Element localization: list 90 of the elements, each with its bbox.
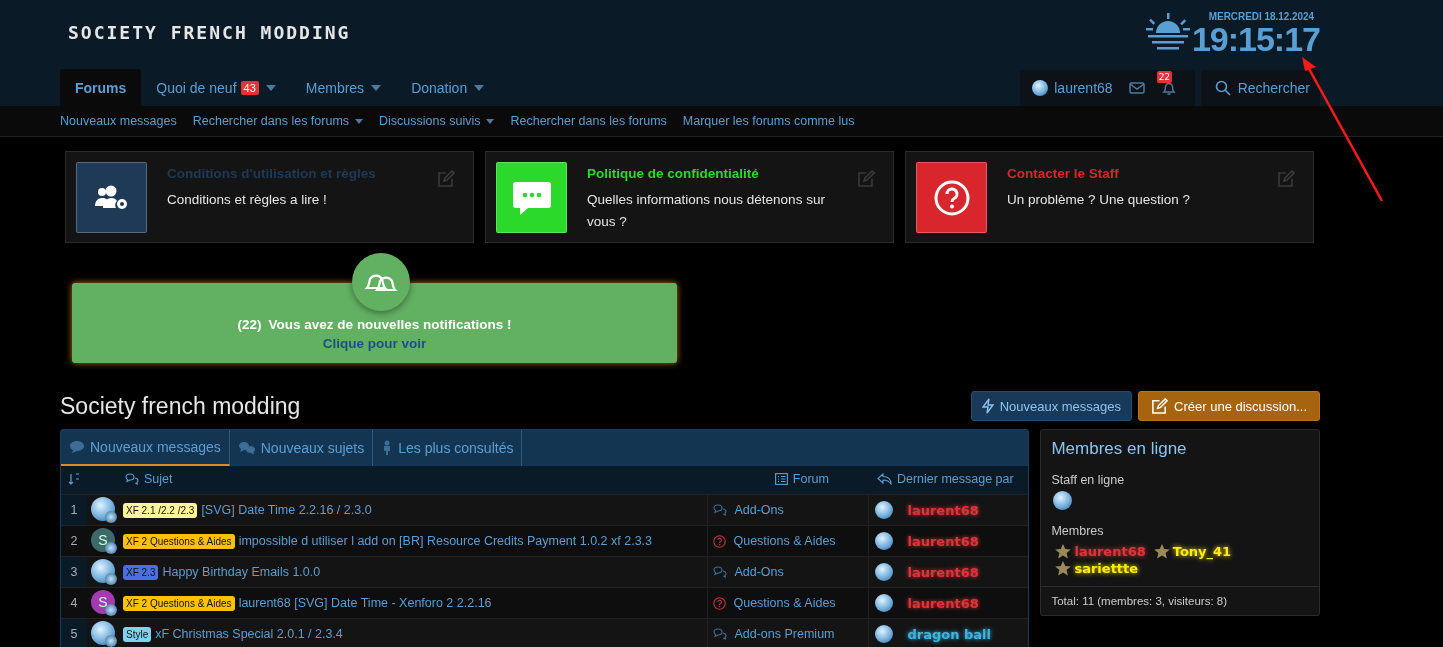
- count-badge: 22: [1156, 71, 1173, 83]
- row-number: 4: [61, 587, 87, 619]
- column-header[interactable]: Dernier message par: [876, 472, 1014, 486]
- nav-tab[interactable]: Membres: [290, 69, 397, 106]
- avatar-icon[interactable]: [1053, 491, 1073, 510]
- speech-bubble-icon: [69, 440, 85, 454]
- notice-text: Un problème ? Une question ?: [1007, 191, 1191, 209]
- avatar-icon: [875, 594, 894, 612]
- subnav-link[interactable]: Rechercher dans les forums: [510, 114, 667, 128]
- speech-bubbles-icon: [237, 441, 256, 455]
- list-icon: [774, 473, 788, 485]
- prefix-label: Style: [123, 626, 152, 642]
- question-icon: [713, 534, 727, 548]
- notice-title[interactable]: Contacter le Staff: [1007, 166, 1191, 181]
- caret-icon: [265, 84, 276, 91]
- nav-tab[interactable]: Forums: [60, 69, 142, 106]
- nav-tab[interactable]: Quoi de neuf 43: [141, 69, 291, 106]
- notice-title[interactable]: Politique de confidentialité: [587, 166, 853, 181]
- caret-icon: [474, 84, 485, 91]
- caret-icon: [371, 84, 382, 91]
- section-label: Staff en ligne: [1050, 473, 1126, 487]
- bell-icon[interactable]: [1160, 80, 1177, 96]
- row-number: 1: [61, 494, 87, 526]
- row-number: 5: [61, 618, 87, 647]
- row-number: 2: [61, 525, 87, 557]
- caret-icon: [355, 118, 364, 124]
- avatar-icon: [1032, 80, 1049, 96]
- member-link[interactable]: Tony_41: [1172, 544, 1232, 559]
- prefix-label: XF 2 Questions & Aides: [123, 533, 235, 549]
- subnav-link[interactable]: Discussions suivis: [379, 114, 495, 128]
- thread-link[interactable]: laurent68 [SVG] Date Time - Xenforo 2 2.2.16: [238, 596, 492, 610]
- subnav-link[interactable]: Nouveaux messages: [60, 114, 177, 128]
- reply-icon: [876, 473, 892, 485]
- site-logo[interactable]: SOCIETY FRENCH MODDING: [68, 22, 351, 43]
- users-gear-icon: [93, 183, 130, 212]
- member-link[interactable]: sariettte: [1074, 561, 1139, 576]
- sunrise-icon: [1145, 13, 1190, 53]
- action-button[interactable]: Nouveaux messages: [970, 391, 1133, 421]
- prefix-label: XF 2 Questions & Aides: [123, 595, 235, 611]
- subnav-link[interactable]: Rechercher dans les forums: [192, 114, 364, 128]
- star-icon: [1055, 544, 1072, 559]
- thread-link[interactable]: [SVG] Date Time 2.2.16 / 2.3.0: [201, 503, 372, 517]
- forum-link[interactable]: Add-Ons: [734, 565, 784, 579]
- page-title: Society french modding: [60, 392, 301, 420]
- avatar-icon: [105, 542, 117, 554]
- panel-title: Membres en ligne: [1050, 438, 1188, 460]
- notice-text: Conditions et règles a lire !: [167, 191, 328, 209]
- speech-bubbles-icon: [713, 628, 728, 640]
- question-icon: [933, 179, 970, 216]
- speech-bubbles-icon: [713, 566, 728, 578]
- edit-icon: [1151, 397, 1169, 415]
- caret-icon: [486, 118, 495, 124]
- prefix-label: XF 2.3: [123, 564, 159, 580]
- prefix-label: XF 2.1 /2.2 /2.3: [123, 502, 198, 518]
- notification-count: (22): [237, 317, 262, 332]
- avatar-icon: [105, 604, 117, 616]
- clock-time: 19:15:17: [1191, 22, 1320, 56]
- speech-bubbles-icon: [713, 504, 728, 516]
- section-label: Membres: [1050, 524, 1105, 538]
- thread-link[interactable]: impossible d utiliser l add on [BR] Resource Credits Payment 1.0.2 xf 2.3.3: [238, 534, 653, 548]
- chat-bubble-icon: [511, 179, 552, 216]
- speech-bubbles-icon: [125, 473, 139, 485]
- avatar-icon: [875, 501, 894, 519]
- envelope-icon[interactable]: [1128, 82, 1145, 94]
- column-header[interactable]: Forum: [774, 472, 829, 486]
- online-total: Total: 11 (membres: 3, visiteurs: 8): [1041, 586, 1319, 615]
- thread-link[interactable]: Happy Birthday Emails 1.0.0: [162, 565, 321, 579]
- thread-link[interactable]: xF Christmas Special 2.0.1 / 2.3.4: [155, 627, 343, 641]
- column-header[interactable]: Sujet: [125, 472, 173, 486]
- search-icon: [1214, 80, 1231, 96]
- action-button[interactable]: Créer une discussion...: [1138, 391, 1320, 421]
- lightning-icon: [981, 398, 994, 414]
- nav-tab[interactable]: Donation: [396, 69, 500, 106]
- avatar-icon: [875, 563, 894, 581]
- count-badge: 43: [240, 80, 259, 95]
- row-number: 3: [61, 556, 87, 588]
- star-icon: [1153, 544, 1170, 559]
- notice-text: Quelles informations nous détenons sur vous ?: [587, 191, 826, 231]
- member-link[interactable]: laurent68: [1074, 544, 1146, 559]
- clock-date: MERCREDI 18.12.2024: [1209, 10, 1315, 22]
- question-icon: [713, 596, 727, 610]
- star-icon: [1055, 561, 1072, 576]
- forum-link[interactable]: Add-Ons: [734, 503, 784, 517]
- search-button[interactable]: Rechercher: [1200, 70, 1320, 106]
- subnav-link[interactable]: Marquer les forums comme lus: [682, 114, 855, 128]
- sort-icon[interactable]: [68, 472, 80, 485]
- avatar-icon: [875, 532, 894, 550]
- user-link[interactable]: laurent68: [1032, 80, 1113, 96]
- avatar-icon: [875, 625, 894, 643]
- notification-message: Vous avez de nouvelles notifications !: [268, 317, 512, 332]
